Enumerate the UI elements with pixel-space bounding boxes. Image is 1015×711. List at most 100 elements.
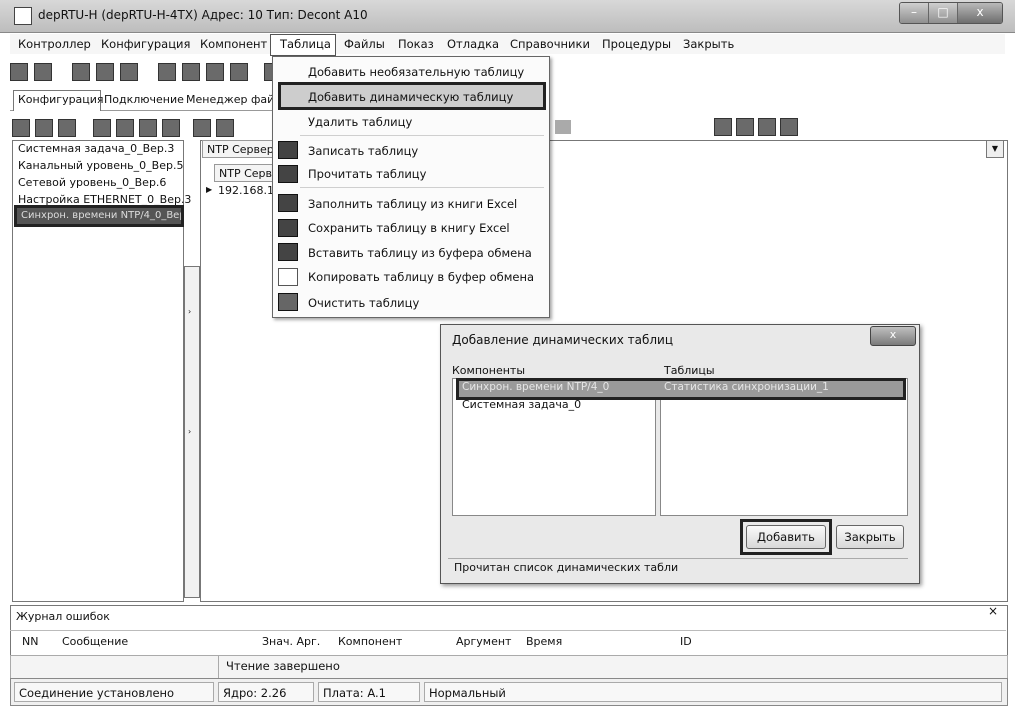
dialog-close-icon[interactable]: x <box>870 326 916 346</box>
dialog-status-text: Прочитан список динамических табли <box>454 561 679 574</box>
read-icon[interactable] <box>72 63 90 81</box>
write-icon[interactable] <box>96 63 114 81</box>
col-component[interactable]: Компонент <box>338 635 402 648</box>
menu-fill-from-excel[interactable]: Заполнить таблицу из книги Excel <box>308 197 517 211</box>
menu-paste-table[interactable]: Вставить таблицу из буфера обмена <box>308 246 532 260</box>
disabled-tool-icon <box>555 120 571 134</box>
dialog-close-button[interactable]: Закрыть <box>836 525 904 549</box>
window-title: depRTU-H (depRTU-H-4TX) Адрес: 10 Тип: D… <box>38 8 368 22</box>
log-divider <box>10 630 1006 631</box>
components-label: Компоненты <box>452 364 526 377</box>
compare-icon[interactable] <box>120 63 138 81</box>
filter-icon[interactable] <box>736 118 754 136</box>
status-core: Ядро: 2.26 <box>218 682 314 702</box>
remove-component-icon[interactable] <box>35 119 53 137</box>
table-item-sync-stats[interactable]: Статистика синхронизации_1 <box>664 381 829 393</box>
tree-item-channel-level[interactable]: Канальный уровень_0_Вер.5 <box>18 159 183 172</box>
maximize-button[interactable]: □ <box>929 3 958 23</box>
main-toolbar <box>10 58 282 86</box>
play-icon[interactable] <box>162 119 180 137</box>
menu-read-table[interactable]: Прочитать таблицу <box>308 167 426 181</box>
message-row <box>10 655 1008 679</box>
menu-files[interactable]: Файлы <box>344 37 385 51</box>
tree-collapse-icon[interactable] <box>116 119 134 137</box>
search-icon[interactable] <box>714 118 732 136</box>
col-argument[interactable]: Аргумент <box>456 635 511 648</box>
status-board: Плата: A.1 <box>318 682 420 702</box>
monitor-icon[interactable] <box>230 63 248 81</box>
tree-expand-icon[interactable] <box>93 119 111 137</box>
status-connection: Соединение установлено <box>14 682 214 702</box>
tab-connection[interactable]: Подключение <box>104 93 184 106</box>
menu-debug[interactable]: Отладка <box>447 37 499 51</box>
menu-procedures[interactable]: Процедуры <box>602 37 671 51</box>
table-grid-icon[interactable] <box>216 119 234 137</box>
component-item-system-task[interactable]: Системная задача_0 <box>462 398 581 411</box>
table-read-icon <box>278 165 298 183</box>
stop-icon[interactable] <box>58 119 76 137</box>
excel-export-icon <box>278 219 298 237</box>
col-time[interactable]: Время <box>526 635 562 648</box>
row-pointer-icon: ▶ <box>206 185 213 194</box>
dialog-title: Добавление динамических таблиц <box>452 333 673 347</box>
dialog-status: Прочитан список динамических табли <box>448 558 908 577</box>
menu-copy-table[interactable]: Копировать таблицу в буфер обмена <box>308 270 534 284</box>
layout-icon[interactable] <box>780 118 798 136</box>
secondary-toolbar <box>12 116 234 140</box>
menu-references[interactable]: Справочники <box>510 37 590 51</box>
splitter-arrow-icon-2: › <box>188 427 192 436</box>
menu-close[interactable]: Закрыть <box>683 37 734 51</box>
tree-item-system-task[interactable]: Системная задача_0_Вер.3 <box>18 142 174 155</box>
menu-save-to-excel[interactable]: Сохранить таблицу в книгу Excel <box>308 221 510 235</box>
error-log-close-icon[interactable]: × <box>988 604 998 618</box>
tables-label: Таблицы <box>664 364 715 377</box>
col-message[interactable]: Сообщение <box>62 635 128 648</box>
close-window-button[interactable]: x <box>958 3 1002 23</box>
settings-icon[interactable] <box>158 63 176 81</box>
menu-configuration[interactable]: Конфигурация <box>101 37 190 51</box>
menu-delete-table[interactable]: Удалить таблицу <box>308 115 412 129</box>
preview-icon[interactable] <box>206 63 224 81</box>
status-mode: Нормальный <box>424 682 1002 702</box>
chevron-down-icon[interactable]: ▼ <box>986 140 1004 158</box>
message-divider <box>218 655 219 679</box>
export-icon[interactable] <box>758 118 776 136</box>
menu-add-dynamic-table[interactable]: Добавить динамическую таблицу <box>308 90 513 104</box>
config-icon[interactable] <box>34 63 52 81</box>
menu-controller[interactable]: Контроллер <box>18 37 91 51</box>
add-component-icon[interactable] <box>12 119 30 137</box>
table-icon[interactable] <box>193 119 211 137</box>
excel-import-icon <box>278 194 298 212</box>
menu-view[interactable]: Показ <box>398 37 434 51</box>
edit-icon[interactable] <box>139 119 157 137</box>
col-arg-value[interactable]: Знач. Арг. <box>262 635 320 648</box>
error-log-title: Журнал ошибок <box>16 610 110 623</box>
error-log-panel <box>10 605 1008 657</box>
minimize-button[interactable]: – <box>900 3 929 23</box>
col-nn[interactable]: NN <box>22 635 38 648</box>
menu-add-optional-table[interactable]: Добавить необязательную таблицу <box>308 65 524 79</box>
splitter-arrow-icon: › <box>188 307 192 316</box>
controller-icon[interactable] <box>10 63 28 81</box>
component-item-ntp[interactable]: Синхрон. времени NTP/4_0 <box>462 381 609 393</box>
paste-icon <box>278 243 298 261</box>
col-id[interactable]: ID <box>680 635 692 648</box>
status-message: Чтение завершено <box>226 659 340 673</box>
tab-file-manager[interactable]: Менеджер файлов <box>186 93 272 106</box>
clear-icon <box>278 293 298 311</box>
add-button[interactable]: Добавить <box>746 525 826 549</box>
print-icon[interactable] <box>182 63 200 81</box>
menu-table[interactable]: Таблица <box>280 37 331 51</box>
tree-item-ntp-sync-selected[interactable]: Синхрон. времени NTP/4_0_Вер <box>14 205 184 227</box>
copy-icon <box>278 268 298 286</box>
menu-separator-2 <box>300 187 544 188</box>
menu-separator <box>300 135 544 136</box>
tab-ntp-servers[interactable]: NTP Серверы <box>202 140 282 158</box>
panel-splitter[interactable]: › › <box>184 266 200 598</box>
window-controls: – □ x <box>899 2 1003 24</box>
menu-clear-table[interactable]: Очистить таблицу <box>308 296 419 310</box>
menu-component[interactable]: Компонент <box>200 37 267 51</box>
tree-item-network-level[interactable]: Сетевой уровень_0_Вер.6 <box>18 176 166 189</box>
menu-write-table[interactable]: Записать таблицу <box>308 144 418 158</box>
tab-configuration[interactable]: Конфигурация <box>18 93 104 106</box>
